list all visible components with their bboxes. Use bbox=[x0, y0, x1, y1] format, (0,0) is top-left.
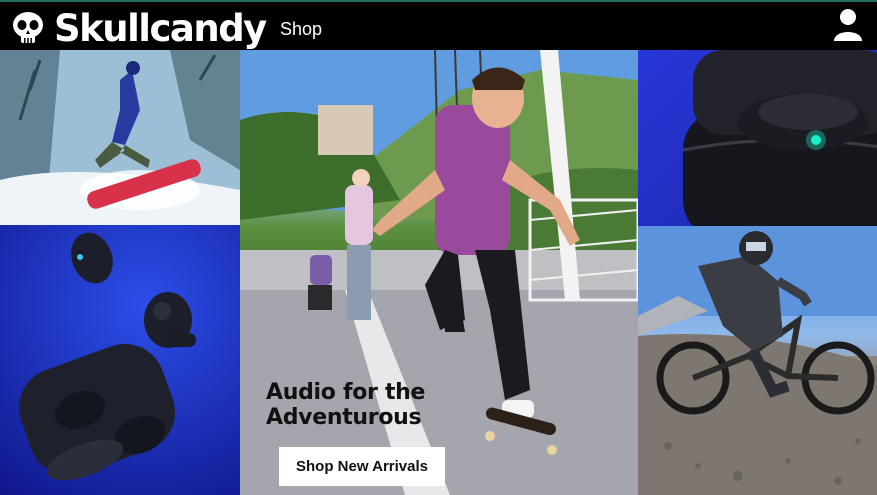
mountain-biker-photo[interactable] bbox=[638, 226, 877, 495]
hero-headline: Audio for the Adventurous bbox=[266, 380, 506, 430]
shop-new-arrivals-button[interactable]: Shop New Arrivals bbox=[279, 447, 445, 486]
top-navigation-bar: Skullcandy Shop bbox=[0, 0, 877, 50]
earbuds-product-photo[interactable] bbox=[0, 225, 240, 495]
hero-headline-line-1: Audio for the bbox=[266, 380, 426, 405]
user-icon[interactable] bbox=[832, 7, 864, 43]
charging-case-photo[interactable] bbox=[638, 50, 877, 226]
logo-wordmark: Skullcandy bbox=[54, 6, 267, 50]
snowboarder-photo[interactable] bbox=[0, 50, 240, 225]
skullcandy-logo[interactable]: Skullcandy bbox=[10, 6, 267, 50]
skull-logo-icon bbox=[13, 12, 43, 43]
hero-headline-line-2: Adventurous bbox=[266, 405, 422, 430]
nav-shop-link[interactable]: Shop bbox=[280, 19, 322, 40]
